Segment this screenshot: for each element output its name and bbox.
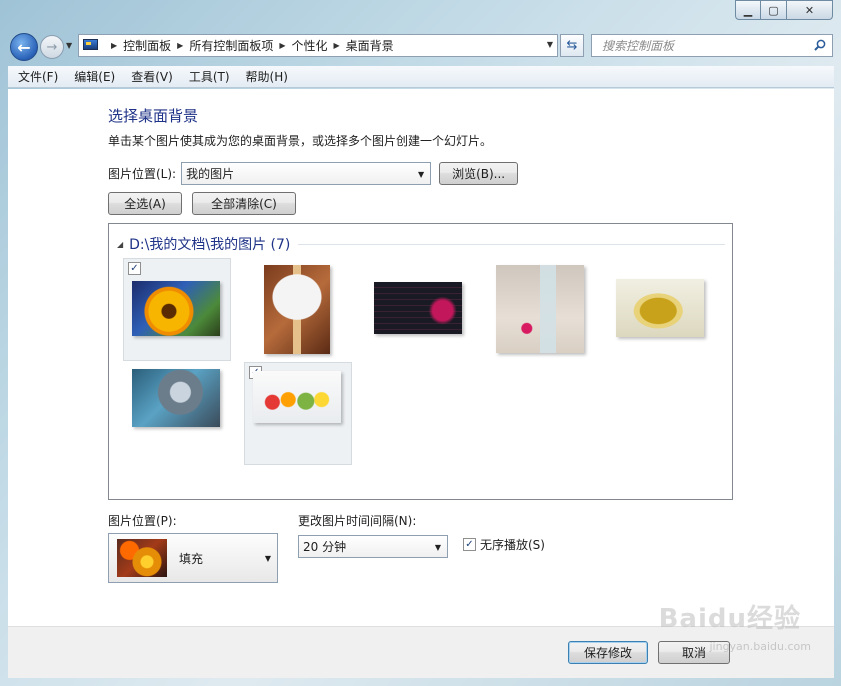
menu-help[interactable]: 帮助(H) [246, 68, 288, 85]
address-dropdown-icon[interactable]: ▼ [547, 40, 553, 49]
picture-tile-tea[interactable] [605, 258, 713, 361]
address-bar[interactable]: ▶ 控制面板 ▶ 所有控制面板项 ▶ 个性化 ▶ 桌面背景 ▼ [78, 34, 558, 57]
position-preview-thumbnail [117, 539, 167, 577]
picture-tile-music-player[interactable] [364, 258, 472, 361]
picture-location-select[interactable]: 我的图片 ▼ [181, 161, 432, 185]
collapse-triangle-icon[interactable]: ◢ [117, 240, 123, 249]
refresh-button[interactable]: ⇆ [560, 34, 584, 57]
thumbnail-character [132, 369, 220, 427]
breadcrumb-arrow-icon[interactable]: ▶ [334, 41, 340, 50]
title-bar: ▁ ▢ ✕ [0, 0, 841, 30]
recent-pages-button[interactable]: ▼ [66, 41, 72, 50]
picture-location-value: 我的图片 [186, 166, 235, 181]
page-description: 单击某个图片使其成为您的桌面背景，或选择多个图片创建一个幻灯片。 [108, 134, 493, 148]
menu-edit[interactable]: 编辑(E) [74, 68, 115, 85]
search-box [591, 34, 833, 57]
search-input[interactable] [600, 37, 800, 54]
forward-button[interactable]: → [40, 35, 64, 59]
position-value: 填充 [179, 552, 204, 566]
breadcrumb-arrow-icon[interactable]: ▶ [279, 41, 285, 50]
baidu-watermark: Baidu经验 [658, 604, 801, 634]
chevron-down-icon: ▼ [434, 543, 441, 552]
save-changes-button[interactable]: 保存修改 [568, 641, 648, 664]
breadcrumb-personalization[interactable]: 个性化 [292, 37, 328, 54]
page-title: 选择桌面背景 [108, 107, 199, 125]
picture-tile-fruits[interactable]: ✓ [244, 362, 352, 465]
chevron-down-icon: ▼ [417, 169, 425, 179]
desktop-background-window: ▁ ▢ ✕ ← → ▼ ▶ 控制面板 ▶ 所有控制面板项 ▶ 个性化 ▶ 桌面背… [0, 0, 841, 686]
control-panel-icon [83, 38, 101, 53]
thumbnail-sunflower [132, 281, 220, 336]
tile-checkbox[interactable]: ✓ [128, 262, 141, 275]
select-all-button[interactable]: 全选(A) [108, 192, 182, 215]
browse-button[interactable]: 浏览(B)... [439, 161, 519, 185]
minimize-button[interactable]: ▁ [735, 0, 761, 20]
chevron-down-icon: ▼ [264, 554, 271, 563]
picture-tile-glass[interactable] [485, 258, 593, 361]
gallery-group-title: D:\我的文档\我的图片 (7) [129, 237, 291, 253]
thumbnail-paddle [264, 265, 330, 354]
picture-tile-paddle[interactable] [244, 258, 352, 361]
clear-all-button[interactable]: 全部清除(C) [192, 192, 296, 215]
position-label: 图片位置(P): [108, 514, 177, 528]
navigation-bar: ← → ▼ ▶ 控制面板 ▶ 所有控制面板项 ▶ 个性化 ▶ 桌面背景 ▼ ⇆ [0, 30, 841, 64]
breadcrumb-control-panel[interactable]: 控制面板 [123, 37, 171, 54]
picture-gallery: ◢ D:\我的文档\我的图片 (7) ✓ [108, 223, 733, 500]
window-controls: ▁ ▢ ✕ [735, 0, 833, 20]
forward-arrow-icon: → [46, 39, 58, 55]
back-button[interactable]: ← [10, 33, 38, 61]
chevron-down-icon: ▼ [66, 41, 73, 50]
thumbnail-music-player [374, 282, 462, 334]
shuffle-label: 无序播放(S) [480, 538, 545, 552]
gallery-group-header[interactable]: ◢ D:\我的文档\我的图片 (7) [117, 234, 725, 254]
interval-label: 更改图片时间间隔(N): [298, 514, 417, 528]
selection-buttons: 全选(A) 全部清除(C) [108, 192, 296, 215]
shuffle-checkbox[interactable]: ✓ [463, 538, 476, 551]
menu-view[interactable]: 查看(V) [131, 68, 173, 85]
breadcrumb-desktop-background[interactable]: 桌面背景 [346, 37, 394, 54]
maximize-button[interactable]: ▢ [761, 0, 787, 20]
menu-tools[interactable]: 工具(T) [189, 68, 230, 85]
picture-tile-character[interactable] [123, 362, 231, 465]
shuffle-option[interactable]: ✓ 无序播放(S) [463, 536, 545, 553]
picture-location-label: 图片位置(L): [108, 166, 177, 181]
menu-bar: 文件(F) 编辑(E) 查看(V) 工具(T) 帮助(H) [8, 66, 834, 88]
checkmark-icon: ✓ [130, 262, 139, 274]
refresh-icon: ⇆ [566, 38, 578, 53]
thumbnail-tea [616, 279, 704, 337]
checkmark-icon: ✓ [465, 539, 474, 550]
thumbnail-glass [496, 265, 584, 353]
picture-position-select[interactable]: 填充 ▼ [108, 533, 278, 583]
breadcrumb-all-items[interactable]: 所有控制面板项 [189, 37, 273, 54]
search-icon[interactable] [814, 39, 826, 51]
close-button[interactable]: ✕ [787, 0, 833, 20]
thumbnail-fruits [253, 371, 341, 423]
group-divider [298, 243, 725, 245]
breadcrumb-arrow-icon[interactable]: ▶ [177, 41, 183, 50]
picture-tile-sunflower[interactable]: ✓ [123, 258, 231, 361]
menu-file[interactable]: 文件(F) [18, 68, 58, 85]
picture-location-row: 图片位置(L): 我的图片 ▼ 浏览(B)... [108, 161, 519, 185]
baidu-watermark-url: jingyan.baidu.com [709, 640, 811, 653]
interval-select[interactable]: 20 分钟 ▼ [298, 535, 448, 558]
content-area: 选择桌面背景 单击某个图片使其成为您的桌面背景，或选择多个图片创建一个幻灯片。 … [8, 89, 834, 626]
breadcrumb-arrow-icon[interactable]: ▶ [111, 41, 117, 50]
interval-value: 20 分钟 [303, 540, 347, 554]
back-arrow-icon: ← [17, 37, 31, 57]
